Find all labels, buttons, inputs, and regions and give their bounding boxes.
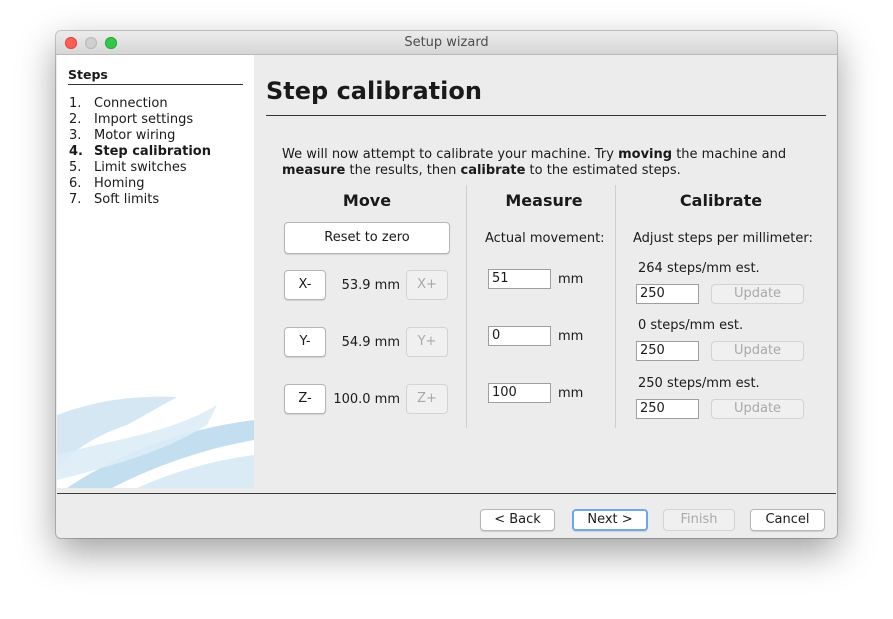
footer-divider [57,493,836,494]
x-update-button[interactable]: Update [711,284,804,304]
z-actual-movement-input[interactable]: 100 [488,383,551,403]
step-soft-limits: 7. Soft limits [69,192,160,207]
steps-list: 1. Connection 2. Import settings 3. Motor w… [69,96,211,208]
x-unit-label: mm [558,272,584,287]
step-connection: 1. Connection [69,96,168,111]
reset-to-zero-button[interactable]: Reset to zero [284,222,450,254]
page-title: Step calibration [266,77,826,116]
intro-text: We will now attempt to calibrate your ma… [282,147,787,178]
adjust-steps-label: Adjust steps per millimeter: [633,231,813,246]
y-unit-label: mm [558,329,584,344]
step-homing: 6. Homing [69,176,145,191]
title-bar[interactable]: Setup wizard [56,31,837,55]
column-divider [466,185,467,428]
y-update-button[interactable]: Update [711,341,804,361]
back-button[interactable]: < Back [480,509,555,531]
x-steps-input[interactable]: 250 [636,284,699,304]
actual-movement-label: Actual movement: [485,231,605,246]
z-steps-estimate: 250 steps/mm est. [638,376,760,391]
measure-heading: Measure [505,191,583,210]
z-update-button[interactable]: Update [711,399,804,419]
cancel-button[interactable]: Cancel [750,509,825,531]
x-steps-estimate: 264 steps/mm est. [638,261,760,276]
y-plus-button[interactable]: Y+ [406,327,448,357]
column-divider [615,185,616,428]
x-position-value: 53.9 mm [341,278,400,293]
finish-button[interactable]: Finish [663,509,735,531]
y-steps-input[interactable]: 250 [636,341,699,361]
steps-heading: Steps [68,67,243,85]
y-actual-movement-input[interactable]: 0 [488,326,551,346]
z-unit-label: mm [558,386,584,401]
y-minus-button[interactable]: Y- [284,327,326,357]
window-title: Setup wizard [404,35,489,50]
next-button[interactable]: Next > [572,509,648,531]
setup-wizard-window: Setup wizard Steps 1. Connection 2. Import… [56,31,837,538]
z-steps-input[interactable]: 250 [636,399,699,419]
x-minus-button[interactable]: X- [284,270,326,300]
x-actual-movement-input[interactable]: 51 [488,269,551,289]
step-limit-switches: 5. Limit switches [69,160,187,175]
x-plus-button[interactable]: X+ [406,270,448,300]
z-position-value: 100.0 mm [333,392,400,407]
steps-sidebar: Steps 1. Connection 2. Import settings 3. M… [57,55,254,488]
decorative-swoosh-graphic [57,396,254,488]
z-minus-button[interactable]: Z- [284,384,326,414]
step-import-settings: 2. Import settings [69,112,194,127]
step-step-calibration: 4. Step calibration [69,144,211,159]
y-position-value: 54.9 mm [341,335,400,350]
move-heading: Move [342,191,392,210]
y-steps-estimate: 0 steps/mm est. [638,318,744,333]
step-motor-wiring: 3. Motor wiring [69,128,176,143]
z-plus-button[interactable]: Z+ [406,384,448,414]
calibrate-heading: Calibrate [679,191,763,210]
